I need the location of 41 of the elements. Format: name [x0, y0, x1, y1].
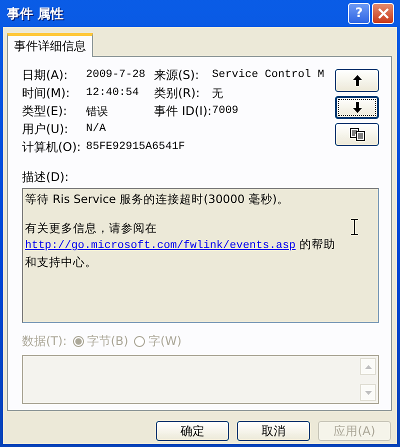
- field-value: 7009: [212, 105, 238, 117]
- window-title: 事件 属性: [7, 6, 64, 22]
- next-button[interactable]: [335, 96, 379, 119]
- text-cursor-icon: [351, 219, 358, 235]
- radio-label: 字节(B): [86, 333, 128, 350]
- scroll-down-icon[interactable]: [360, 384, 376, 401]
- dialog-button[interactable]: 确定: [156, 421, 229, 441]
- close-icon: [378, 8, 388, 19]
- field-value: Service Control M: [212, 69, 324, 81]
- copy-button[interactable]: [335, 123, 379, 146]
- description-text: 有关更多信息，请参阅在 http://go.microsoft.com/fwlink/events.asp 的帮助和支持中心。: [25, 220, 336, 270]
- field-value: N/A: [86, 123, 107, 135]
- field-value: 12:40:54: [86, 87, 140, 99]
- description-text: 等待 Ris Service 服务的连接超时(30000 毫秒)。: [25, 191, 290, 207]
- up-arrow-icon: [352, 75, 362, 86]
- field-value: 错误: [86, 105, 109, 118]
- copy-icon: [350, 128, 364, 141]
- field-label: 日期(A):: [22, 66, 69, 84]
- close-button[interactable]: [372, 3, 394, 24]
- description-label: 描述(D):: [22, 169, 70, 186]
- help-link[interactable]: http://go.microsoft.com/fwlink/events.asp: [25, 240, 296, 252]
- data-label: 数据(T):: [22, 333, 67, 350]
- radio-label: 字(W): [148, 333, 182, 350]
- field-label: 事件 ID(I):: [154, 102, 212, 120]
- previous-button[interactable]: [335, 69, 379, 92]
- field-value: 2009-7-28: [86, 69, 146, 81]
- down-arrow-icon: [352, 102, 362, 113]
- description-box[interactable]: 等待 Ris Service 服务的连接超时(30000 毫秒)。 有关更多信息，请参阅在 http://go.microsoft.com/fwlink/events.asp 的帮助和支持中心。: [22, 188, 379, 324]
- field-value: 无: [212, 88, 223, 100]
- scroll-up-icon[interactable]: [360, 358, 376, 376]
- field-label: 类型(E):: [22, 102, 68, 120]
- dialog-button[interactable]: 取消: [237, 421, 310, 441]
- data-box[interactable]: [22, 355, 379, 404]
- tab[interactable]: 事件详细信息: [7, 33, 93, 57]
- field-label: 时间(M):: [22, 84, 71, 102]
- field-value: 85FE92915A6541F: [86, 141, 186, 153]
- field-label: 类别(R):: [154, 84, 201, 102]
- field-label: 用户(U):: [22, 120, 70, 138]
- scrollbar[interactable]: [360, 358, 376, 401]
- field-label: 来源(S):: [154, 66, 200, 84]
- field-label: 计算机(O):: [22, 138, 82, 156]
